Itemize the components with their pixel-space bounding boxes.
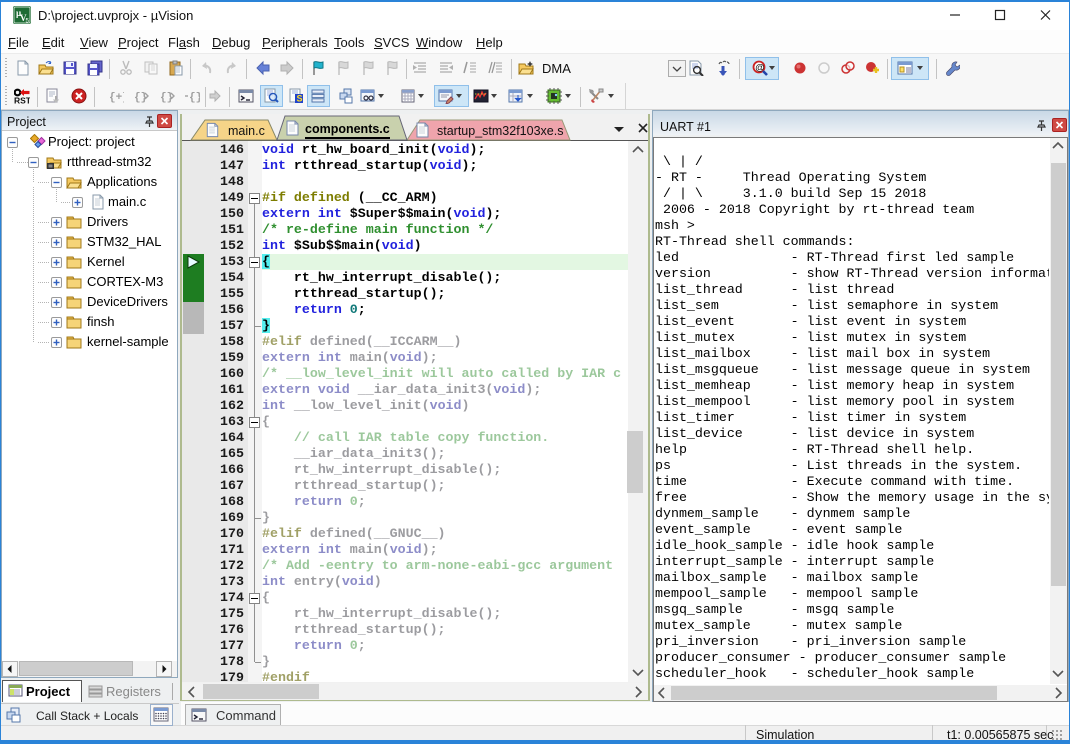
svg-text:{}: {} — [189, 92, 200, 104]
svg-text:RST: RST — [14, 96, 30, 105]
svg-text:{+}: {+} — [109, 92, 124, 104]
svg-text:S: S — [297, 94, 303, 104]
